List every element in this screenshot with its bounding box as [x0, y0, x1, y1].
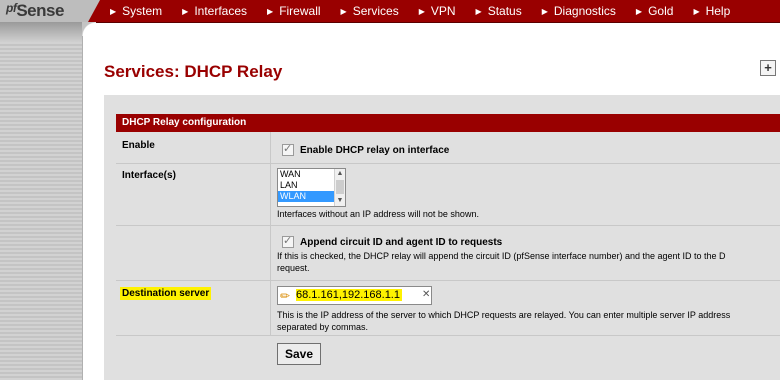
arrow-right-icon: ▶	[182, 6, 189, 16]
destination-server-value[interactable]: 68.1.161,192.168.1.1	[296, 289, 402, 301]
arrow-right-icon: ▶	[541, 6, 548, 16]
destination-server-input[interactable]: ✏ 68.1.161,192.168.1.1 ✕	[277, 286, 432, 305]
menu-vpn[interactable]: ▶ VPN	[419, 4, 456, 18]
append-checkbox[interactable]	[282, 234, 294, 248]
menu-diagnostics[interactable]: ▶ Diagnostics	[542, 4, 616, 18]
clear-icon[interactable]: ✕	[422, 289, 430, 300]
interfaces-help-text: Interfaces without an IP address will no…	[277, 209, 479, 219]
pfsense-logo[interactable]: pfSense	[0, 0, 100, 22]
arrow-right-icon: ▶	[418, 6, 425, 16]
append-checkbox-label: Append circuit ID and agent ID to reques…	[300, 237, 503, 248]
enable-checkbox[interactable]	[282, 142, 294, 156]
row-divider	[116, 163, 780, 164]
menu-system[interactable]: ▶ System	[110, 4, 162, 18]
arrow-right-icon: ▶	[340, 6, 347, 16]
destination-help-line-2: separated by commas.	[277, 322, 369, 332]
add-icon[interactable]: +	[760, 60, 776, 76]
panel-corner	[82, 22, 96, 36]
pencil-icon: ✏	[280, 289, 291, 303]
listbox-option-wlan[interactable]: WLAN	[278, 191, 336, 202]
append-help-line-2: request.	[277, 263, 310, 273]
logo-text: pfSense	[6, 1, 64, 20]
column-divider	[270, 132, 271, 336]
listbox-option-wan[interactable]: WAN	[278, 169, 336, 180]
left-decorative-panel	[0, 22, 83, 380]
arrow-right-icon: ▶	[267, 6, 274, 16]
section-header: DHCP Relay configuration	[116, 114, 780, 132]
page-title: Services: DHCP Relay	[104, 62, 283, 81]
top-navigation-bar: pfSense ▶ System ▶ Interfaces ▶ Firewall ▶ S…	[0, 0, 780, 23]
arrow-right-icon: ▶	[475, 6, 482, 16]
destination-server-label: Destination server	[120, 287, 212, 300]
row-divider	[116, 280, 780, 281]
main-menu: ▶ System ▶ Interfaces ▶ Firewall ▶ Services …	[110, 0, 750, 22]
arrow-right-icon: ▶	[110, 6, 117, 16]
append-help-line-1: If this is checked, the DHCP relay will …	[277, 251, 726, 261]
listbox-option-lan[interactable]: LAN	[278, 180, 336, 191]
menu-status[interactable]: ▶ Status	[476, 4, 522, 18]
enable-label: Enable	[122, 140, 155, 151]
menu-gold[interactable]: ▶ Gold	[636, 4, 674, 18]
menu-firewall[interactable]: ▶ Firewall	[267, 4, 321, 18]
scroll-thumb[interactable]	[336, 180, 344, 194]
row-divider	[116, 335, 780, 336]
arrow-right-icon: ▶	[693, 6, 700, 16]
menu-interfaces[interactable]: ▶ Interfaces	[182, 4, 247, 18]
scroll-down-icon[interactable]: ▼	[335, 196, 345, 206]
arrow-right-icon: ▶	[635, 6, 643, 16]
scroll-up-icon[interactable]: ▲	[335, 169, 345, 179]
interfaces-listbox[interactable]: WAN LAN WLAN ▲ ▼	[277, 168, 346, 207]
menu-services[interactable]: ▶ Services	[341, 4, 399, 18]
row-divider	[116, 225, 780, 226]
save-button[interactable]: Save	[277, 343, 321, 365]
enable-checkbox-label: Enable DHCP relay on interface	[300, 145, 450, 156]
menu-help[interactable]: ▶ Help	[693, 4, 730, 18]
listbox-scrollbar[interactable]: ▲ ▼	[334, 169, 345, 206]
interfaces-label: Interface(s)	[122, 170, 176, 181]
destination-help-line-1: This is the IP address of the server to …	[277, 310, 731, 320]
